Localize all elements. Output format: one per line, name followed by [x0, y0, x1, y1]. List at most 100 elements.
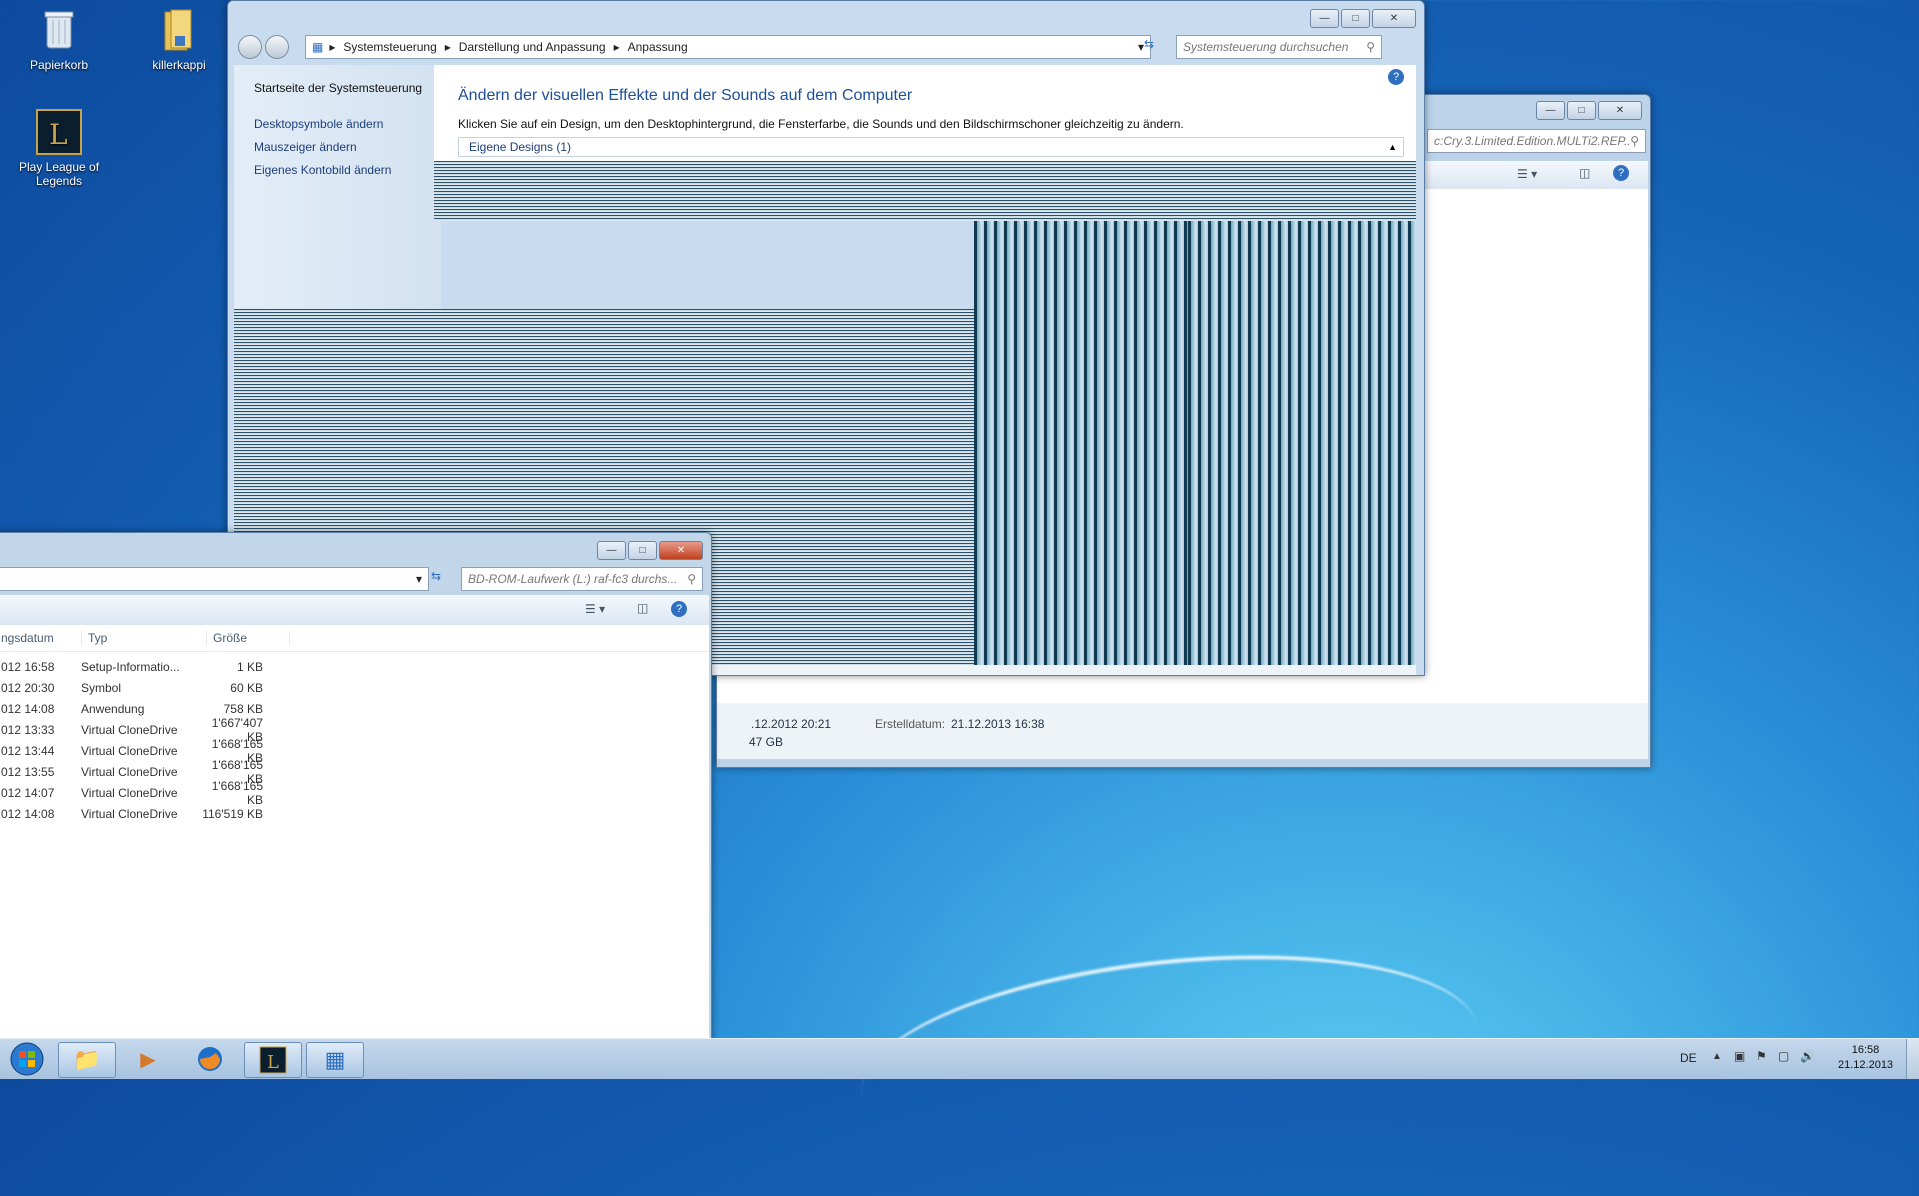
table-row[interactable]: 012 14:08 Anwendung 758 KB	[0, 698, 709, 719]
media-player-icon: ▶	[140, 1048, 156, 1071]
cell-type: Virtual CloneDrive	[81, 785, 178, 800]
theme-group-label: Eigene Designs (1)	[469, 140, 572, 154]
svg-text:L: L	[49, 118, 68, 151]
back-button[interactable]	[238, 35, 262, 59]
column-header-size[interactable]: Größe	[207, 631, 290, 645]
explorer-window-front[interactable]: — □ ✕ ▾ ⇆ BD-ROM-Laufwerk (L:) raf-fc3 d…	[0, 532, 712, 1042]
desktop-icon-recycle-bin[interactable]: Papierkorb	[14, 6, 104, 72]
cell-type: Virtual CloneDrive	[81, 743, 178, 758]
taskbar-explorer[interactable]: 📁	[58, 1042, 116, 1078]
svg-text:L: L	[267, 1052, 279, 1073]
search-input[interactable]: BD-ROM-Laufwerk (L:) raf-fc3 durchs... ⚲	[461, 567, 703, 591]
search-icon: ⚲	[1630, 134, 1639, 148]
cell-size: 60 KB	[230, 680, 263, 695]
network-icon[interactable]: ▣	[1734, 1049, 1745, 1063]
refresh-icon[interactable]: ⇆	[1144, 37, 1154, 51]
table-row[interactable]: 012 13:33 Virtual CloneDrive 1'667'407 KB	[0, 716, 709, 744]
taskbar-firefox[interactable]	[182, 1042, 238, 1076]
created-label: Erstelldatum:	[875, 717, 946, 731]
breadcrumb-systemsteuerung[interactable]: Systemsteuerung	[343, 40, 436, 54]
modified-date: .12.2012 20:21	[751, 717, 832, 731]
theme-group-header[interactable]: Eigene Designs (1) ▲	[458, 137, 1404, 157]
table-row[interactable]: 012 14:08 Virtual CloneDrive 116'519 KB	[0, 803, 709, 824]
table-row[interactable]: 012 20:30 Symbol 60 KB	[0, 677, 709, 698]
close-button[interactable]: ✕	[1598, 101, 1642, 120]
cell-size: 116'519 KB	[202, 806, 263, 821]
cell-date: 012 13:33	[1, 722, 55, 737]
minimize-button[interactable]: —	[1536, 101, 1565, 120]
help-icon[interactable]: ?	[1388, 69, 1404, 85]
maximize-button[interactable]: □	[1341, 9, 1370, 28]
chevron-down-icon[interactable]: ▾	[416, 572, 422, 586]
start-button[interactable]	[2, 1042, 52, 1076]
control-panel-icon: ▦	[324, 1047, 346, 1072]
view-options-icon[interactable]: ☰ ▾	[585, 602, 605, 616]
preview-pane-icon[interactable]: ◫	[637, 601, 648, 615]
display-icon[interactable]: ▢	[1778, 1049, 1789, 1063]
created-value: 21.12.2013 16:38	[951, 717, 1045, 731]
cell-type: Virtual CloneDrive	[81, 764, 178, 779]
preview-pane-icon[interactable]: ◫	[1579, 166, 1590, 180]
show-hidden-icons-icon[interactable]: ▲	[1712, 1051, 1722, 1062]
sidebar-link-desktop-icons[interactable]: Desktopsymbole ändern	[254, 117, 383, 131]
file-rows: 012 16:58 Setup-Informatio... 1 KB 012 20:3…	[0, 652, 709, 824]
desktop-icon-folder[interactable]: killerkappi	[134, 6, 224, 72]
taskbar: 📁 ▶ L ▦ DE ▲ ▣ ⚑ ▢ 🔊 16:58 21.12.2013	[0, 1038, 1919, 1079]
cell-date: 012 13:55	[1, 764, 55, 779]
search-input[interactable]: c:Cry.3.Limited.Edition.MULTi2.REP... ⚲	[1427, 129, 1646, 153]
sidebar-link-mouse-pointer[interactable]: Mauszeiger ändern	[254, 140, 357, 154]
clock[interactable]: 16:58 21.12.2013	[1838, 1043, 1893, 1073]
rendering-glitch-area	[434, 161, 1416, 221]
search-icon: ⚲	[687, 572, 696, 586]
help-icon[interactable]: ?	[1613, 165, 1629, 181]
chevron-up-icon[interactable]: ▲	[1388, 142, 1397, 152]
sidebar-link-account-picture[interactable]: Eigenes Kontobild ändern	[254, 163, 391, 177]
table-row[interactable]: 012 13:55 Virtual CloneDrive 1'668'165 KB	[0, 758, 709, 786]
taskbar-league[interactable]: L	[244, 1042, 302, 1078]
cell-type: Virtual CloneDrive	[81, 806, 178, 821]
address-bar[interactable]: ▦ ▸ Systemsteuerung ▸ Darstellung und An…	[305, 35, 1151, 59]
table-row[interactable]: 012 14:07 Virtual CloneDrive 1'668'165 KB	[0, 779, 709, 807]
taskbar-control-panel[interactable]: ▦	[306, 1042, 364, 1078]
control-panel-icon: ▦	[312, 40, 324, 54]
page-description: Klicken Sie auf ein Design, um den Deskt…	[458, 117, 1184, 131]
forward-button[interactable]	[265, 35, 289, 59]
recycle-bin-icon	[35, 6, 83, 54]
column-header-date[interactable]: ngsdatum	[0, 631, 82, 645]
show-desktop-button[interactable]	[1906, 1039, 1919, 1079]
minimize-button[interactable]: —	[597, 541, 626, 560]
cell-type: Setup-Informatio...	[81, 659, 180, 674]
maximize-button[interactable]: □	[1567, 101, 1596, 120]
close-button[interactable]: ✕	[659, 541, 703, 560]
help-icon[interactable]: ?	[671, 601, 687, 617]
refresh-icon[interactable]: ⇆	[431, 569, 441, 583]
sidebar-link-home[interactable]: Startseite der Systemsteuerung	[254, 81, 422, 95]
cell-date: 012 20:30	[1, 680, 55, 695]
search-input[interactable]: Systemsteuerung durchsuchen ⚲	[1176, 35, 1382, 59]
taskbar-media-player[interactable]: ▶	[120, 1042, 176, 1076]
address-bar[interactable]: ▾	[0, 567, 429, 591]
action-center-flag-icon[interactable]: ⚑	[1756, 1049, 1767, 1063]
minimize-button[interactable]: —	[1310, 9, 1339, 28]
maximize-button[interactable]: □	[628, 541, 657, 560]
details-pane: .12.2012 20:21 47 GB Erstelldatum: 21.12…	[717, 703, 1648, 759]
cell-size: 758 KB	[223, 701, 263, 716]
file-size: 47 GB	[749, 735, 784, 749]
language-indicator[interactable]: DE	[1680, 1051, 1697, 1065]
column-header-type[interactable]: Typ	[82, 631, 207, 645]
cell-type: Anwendung	[81, 701, 145, 716]
clock-date: 21.12.2013	[1838, 1059, 1894, 1071]
file-list: ngsdatum Typ Größe 012 16:58 Setup-Inform…	[0, 625, 709, 1041]
breadcrumb-anpassung[interactable]: Anpassung	[628, 40, 688, 54]
cell-type: Symbol	[81, 680, 122, 695]
view-options-icon[interactable]: ☰ ▾	[1517, 167, 1537, 181]
cell-size: 1'668'165 KB	[211, 778, 263, 807]
cell-date: 012 14:08	[1, 806, 55, 821]
desktop-icon-league[interactable]: L Play League of Legends	[14, 108, 104, 188]
volume-icon[interactable]: 🔊	[1800, 1049, 1815, 1063]
table-row[interactable]: 012 13:44 Virtual CloneDrive 1'668'165 KB	[0, 737, 709, 765]
folder-icon	[155, 6, 203, 54]
table-row[interactable]: 012 16:58 Setup-Informatio... 1 KB	[0, 656, 709, 677]
breadcrumb-darstellung[interactable]: Darstellung und Anpassung	[459, 40, 606, 54]
close-button[interactable]: ✕	[1372, 9, 1416, 28]
